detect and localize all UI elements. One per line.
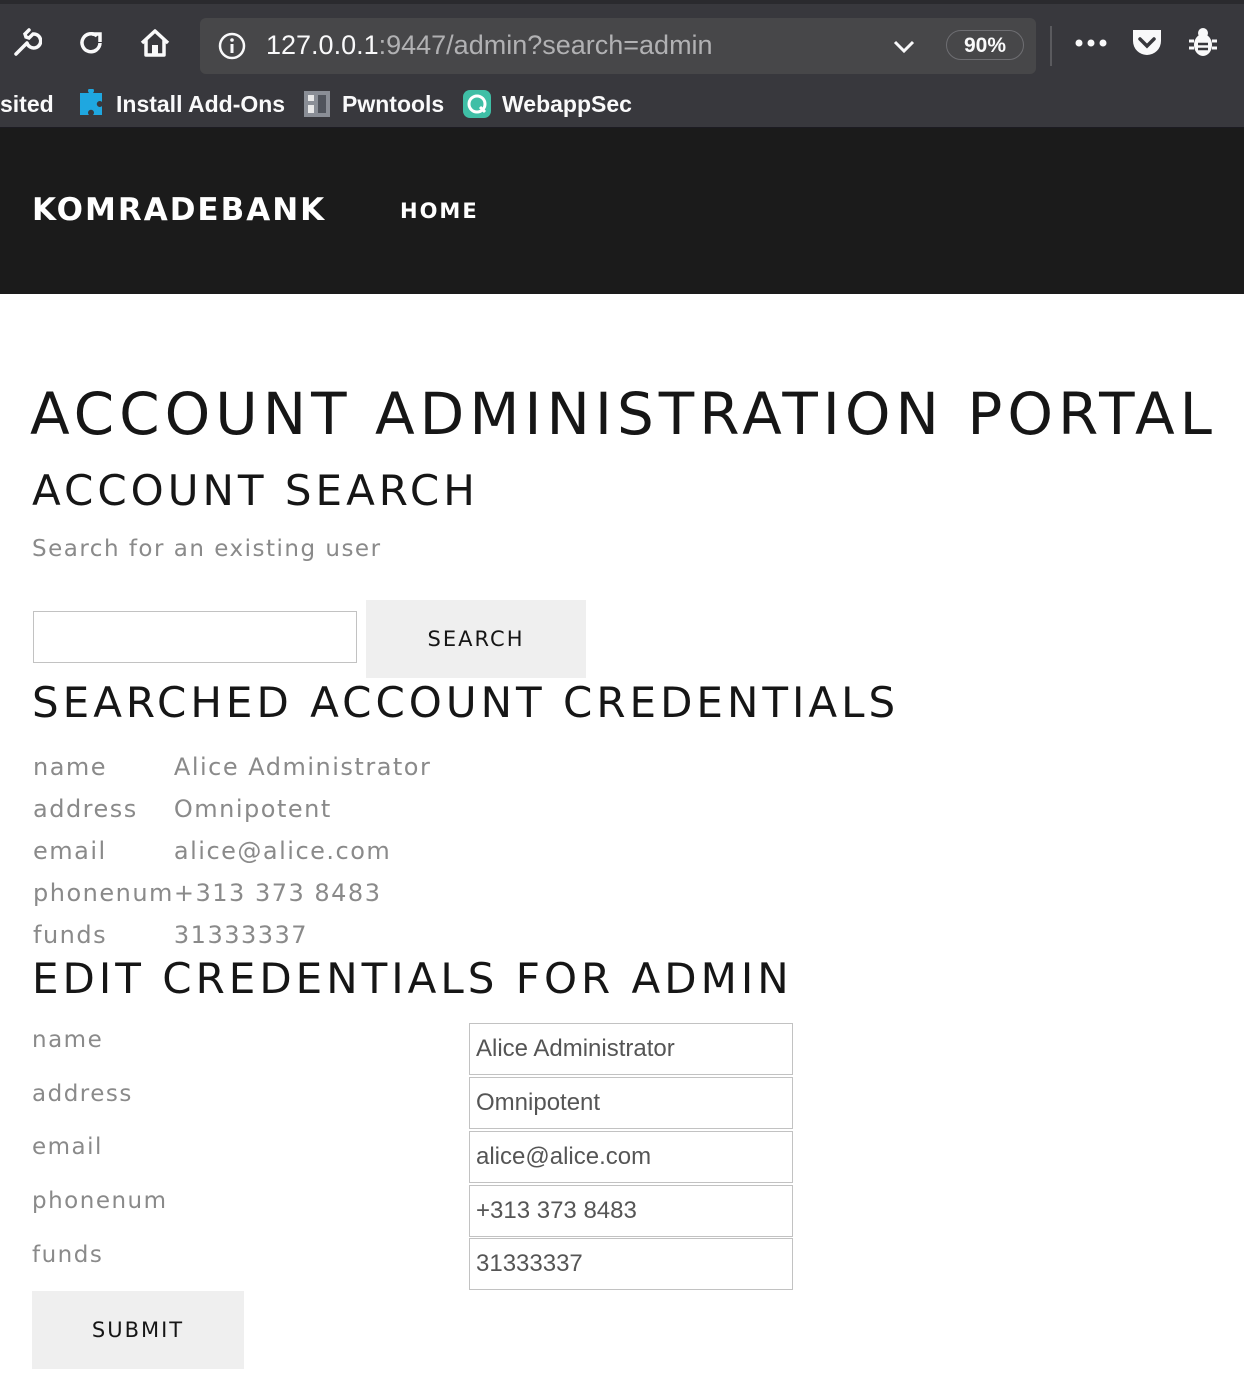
table-row: address Omnipotent [33,788,431,830]
pocket-icon[interactable] [1130,26,1164,60]
site-navbar: KOMRADEBANK HOME [0,128,1244,294]
cred-value: Alice Administrator [173,753,432,781]
wrench-icon[interactable] [10,26,44,60]
search-subtitle: Search for an existing user [32,536,382,562]
zoom-level-badge[interactable]: 90% [946,30,1024,60]
url-text[interactable]: 127.0.0.1:9447/admin?search=admin [266,30,713,61]
more-actions-icon[interactable] [1074,26,1108,60]
toolbar-divider [1050,26,1052,66]
puzzle-icon [76,87,106,119]
bug-icon[interactable] [1186,26,1220,60]
cred-key: phonenum [33,879,174,907]
search-input[interactable] [33,611,357,663]
bookmarks-bar: sited Install Add-Ons Pwntools WebappSec [0,80,1244,128]
search-button[interactable]: SEARCH [366,600,586,678]
bookmark-pwntools[interactable]: Pwntools [302,88,444,120]
bookmark-webappsec[interactable]: WebappSec [462,88,632,120]
chevron-down-icon[interactable] [892,36,916,60]
edit-email-field[interactable] [469,1131,793,1183]
edit-heading: EDIT CREDENTIALS FOR ADMIN [32,954,793,1003]
table-row: phonenum +313 373 8483 [33,872,431,914]
nav-home-link[interactable]: HOME [400,199,479,223]
cred-value: +313 373 8483 [173,879,382,907]
info-icon[interactable] [218,32,246,64]
page-title: ACCOUNT ADMINISTRATION PORTAL [30,380,1217,448]
url-path: :9447/admin?search=admin [378,30,713,60]
edit-email-label: email [32,1134,103,1160]
credentials-heading: SEARCHED ACCOUNT CREDENTIALS [32,678,900,727]
bookmark-label: Pwntools [342,90,445,117]
cred-key: funds [33,921,108,949]
edit-funds-field[interactable] [469,1238,793,1290]
submit-button[interactable]: SUBMIT [32,1291,244,1369]
search-heading: ACCOUNT SEARCH [32,466,479,515]
home-icon[interactable] [138,26,172,60]
browser-toolbar: 127.0.0.1:9447/admin?search=admin 90% [0,0,1244,80]
bookmark-label: sited [0,90,54,117]
table-row: email alice@alice.com [33,830,431,872]
url-host: 127.0.0.1 [266,30,379,60]
edit-address-label: address [32,1081,133,1107]
edit-name-label: name [32,1027,104,1053]
pwntools-icon [302,89,332,119]
reload-icon[interactable] [74,26,108,60]
cred-value: alice@alice.com [173,837,392,865]
table-row: funds 31333337 [33,914,431,956]
cred-key: name [33,753,108,781]
cred-value: 31333337 [173,921,309,949]
edit-address-field[interactable] [469,1077,793,1129]
bookmark-label: Install Add-Ons [116,90,286,117]
edit-phonenum-label: phonenum [32,1188,168,1214]
brand-logo[interactable]: KOMRADEBANK [32,192,326,228]
cred-value: Omnipotent [173,795,332,823]
table-row: name Alice Administrator [33,746,431,788]
webappsec-icon [462,89,492,119]
credentials-table: name Alice Administrator address Omnipot… [33,746,431,956]
bookmark-most-visited[interactable]: sited [0,88,54,120]
cred-key: address [33,795,138,823]
url-bar[interactable]: 127.0.0.1:9447/admin?search=admin 90% [200,18,1036,74]
bookmark-install-add-ons[interactable]: Install Add-Ons [76,87,286,120]
cred-key: email [33,837,107,865]
edit-phonenum-field[interactable] [469,1185,793,1237]
bookmark-label: WebappSec [502,90,632,117]
edit-name-field[interactable] [469,1023,793,1075]
edit-funds-label: funds [32,1242,104,1268]
